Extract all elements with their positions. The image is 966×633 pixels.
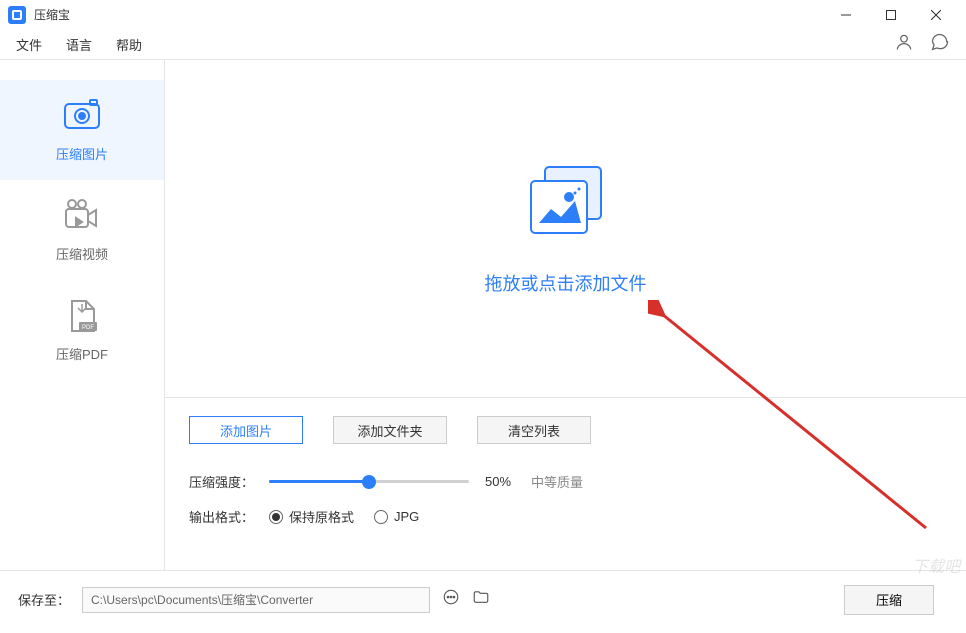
maximize-button[interactable] <box>868 0 913 30</box>
menubar: 文件 语言 帮助 <box>0 30 966 60</box>
open-folder-icon[interactable] <box>472 588 490 611</box>
svg-text:PDF: PDF <box>82 325 94 331</box>
add-folder-button[interactable]: 添加文件夹 <box>333 416 447 444</box>
radio-label: 保持原格式 <box>289 507 354 526</box>
menu-file[interactable]: 文件 <box>16 35 42 54</box>
intensity-description: 中等质量 <box>531 472 583 491</box>
add-file-illustration-icon <box>521 161 611 246</box>
add-image-button[interactable]: 添加图片 <box>189 416 303 444</box>
menu-help[interactable]: 帮助 <box>116 35 142 54</box>
intensity-value: 50% <box>485 474 519 489</box>
sidebar-item-pdf[interactable]: PDF 压缩PDF <box>0 280 164 380</box>
format-keep-original-radio[interactable]: 保持原格式 <box>269 507 354 526</box>
titlebar: 压缩宝 <box>0 0 966 30</box>
drop-zone-text: 拖放或点击添加文件 <box>485 270 647 296</box>
more-options-icon[interactable] <box>442 588 460 611</box>
sidebar-item-label: 压缩视频 <box>56 244 108 263</box>
sidebar-item-label: 压缩PDF <box>56 344 108 363</box>
image-compress-icon <box>62 98 102 134</box>
sidebar-item-video[interactable]: 压缩视频 <box>0 180 164 280</box>
clear-list-button[interactable]: 清空列表 <box>477 416 591 444</box>
pdf-compress-icon: PDF <box>62 298 102 334</box>
intensity-label: 压缩强度： <box>189 472 269 491</box>
sidebar-item-label: 压缩图片 <box>56 144 108 163</box>
video-compress-icon <box>62 198 102 234</box>
menu-language[interactable]: 语言 <box>66 35 92 54</box>
settings-panel: 添加图片 添加文件夹 清空列表 压缩强度： 50% 中等质量 输出格式： 保持 <box>165 397 966 570</box>
sidebar-item-image[interactable]: 压缩图片 <box>0 80 164 180</box>
drop-zone[interactable]: 拖放或点击添加文件 <box>165 60 966 397</box>
sidebar: 压缩图片 压缩视频 PDF <box>0 60 165 570</box>
output-path-input[interactable] <box>82 587 430 613</box>
compress-button[interactable]: 压缩 <box>844 585 934 615</box>
save-to-label: 保存至： <box>18 590 70 609</box>
minimize-button[interactable] <box>823 0 868 30</box>
radio-label: JPG <box>394 509 419 524</box>
format-jpg-radio[interactable]: JPG <box>374 509 419 524</box>
footer: 保存至： 压缩 <box>0 570 966 628</box>
main-panel: 拖放或点击添加文件 添加图片 添加文件夹 清空列表 压缩强度： 50% 中等质量… <box>165 60 966 570</box>
app-icon <box>8 6 26 24</box>
user-icon[interactable] <box>894 32 914 57</box>
radio-unchecked-icon <box>374 510 388 524</box>
close-button[interactable] <box>913 0 958 30</box>
radio-checked-icon <box>269 510 283 524</box>
intensity-slider[interactable] <box>269 480 469 483</box>
format-label: 输出格式： <box>189 507 269 526</box>
app-title: 压缩宝 <box>34 6 70 23</box>
feedback-icon[interactable] <box>930 32 950 57</box>
